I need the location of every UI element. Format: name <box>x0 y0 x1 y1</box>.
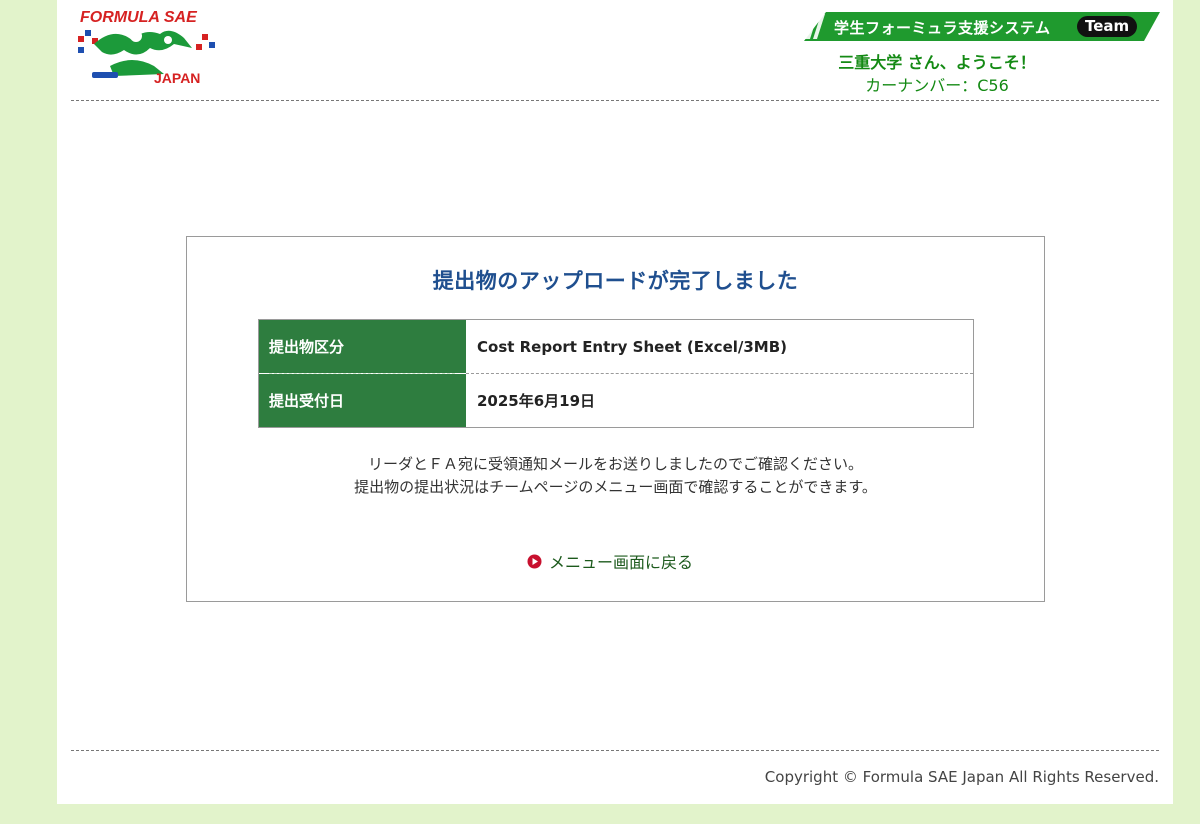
submission-category-label: 提出物区分 <box>259 320 466 373</box>
submission-info-table: 提出物区分 Cost Report Entry Sheet (Excel/3MB… <box>258 319 974 428</box>
team-badge: Team <box>1077 16 1138 37</box>
receipt-date-value: 2025年6月19日 <box>477 392 596 410</box>
message-line: 提出物の提出状況はチームページのメニュー画面で確認することができます。 <box>354 478 877 496</box>
system-banner: 学生フォーミュラ支援システム Team <box>804 12 1160 41</box>
welcome-message: 三重大学 さん、ようこそ！ <box>757 49 1117 73</box>
footer-divider <box>71 750 1159 751</box>
system-title: 学生フォーミュラ支援システム <box>834 19 1051 37</box>
play-arrow-icon <box>527 554 542 569</box>
back-to-menu-link[interactable]: メニュー画面に戻る <box>527 551 694 572</box>
welcome-suffix: さん、ようこそ！ <box>902 53 1036 72</box>
logo-bottom-text: JAPAN <box>154 70 200 86</box>
header-divider <box>71 100 1159 101</box>
car-number: カーナンバー：C56 <box>865 76 1009 95</box>
notification-message: リーダとＦＡ宛に受領通知メールをお送りしましたのでご確認ください。 提出物の提出… <box>187 453 1044 499</box>
page-title: 提出物のアップロードが完了しました <box>432 269 799 293</box>
table-row: 提出受付日 2025年6月19日 <box>259 374 973 427</box>
table-row: 提出物区分 Cost Report Entry Sheet (Excel/3MB… <box>259 320 973 373</box>
receipt-date-label: 提出受付日 <box>259 374 466 427</box>
submission-category-value: Cost Report Entry Sheet (Excel/3MB) <box>477 337 788 356</box>
back-link-label: メニュー画面に戻る <box>549 553 694 572</box>
logo-top-text: FORMULA SAE <box>80 9 198 26</box>
school-name: 三重大学 <box>838 53 903 72</box>
upload-complete-card: 提出物のアップロードが完了しました 提出物区分 Cost Report Entr… <box>186 236 1045 602</box>
formula-sae-japan-logo[interactable]: FORMULA SAE JAPAN <box>74 4 224 88</box>
message-line: リーダとＦＡ宛に受領通知メールをお送りしましたのでご確認ください。 <box>367 455 863 473</box>
page-container: FORMULA SAE JAPAN 学生フォーミュラ支援システム Team 三重… <box>57 0 1173 804</box>
copyright: Copyright © Formula SAE Japan All Rights… <box>764 768 1159 786</box>
